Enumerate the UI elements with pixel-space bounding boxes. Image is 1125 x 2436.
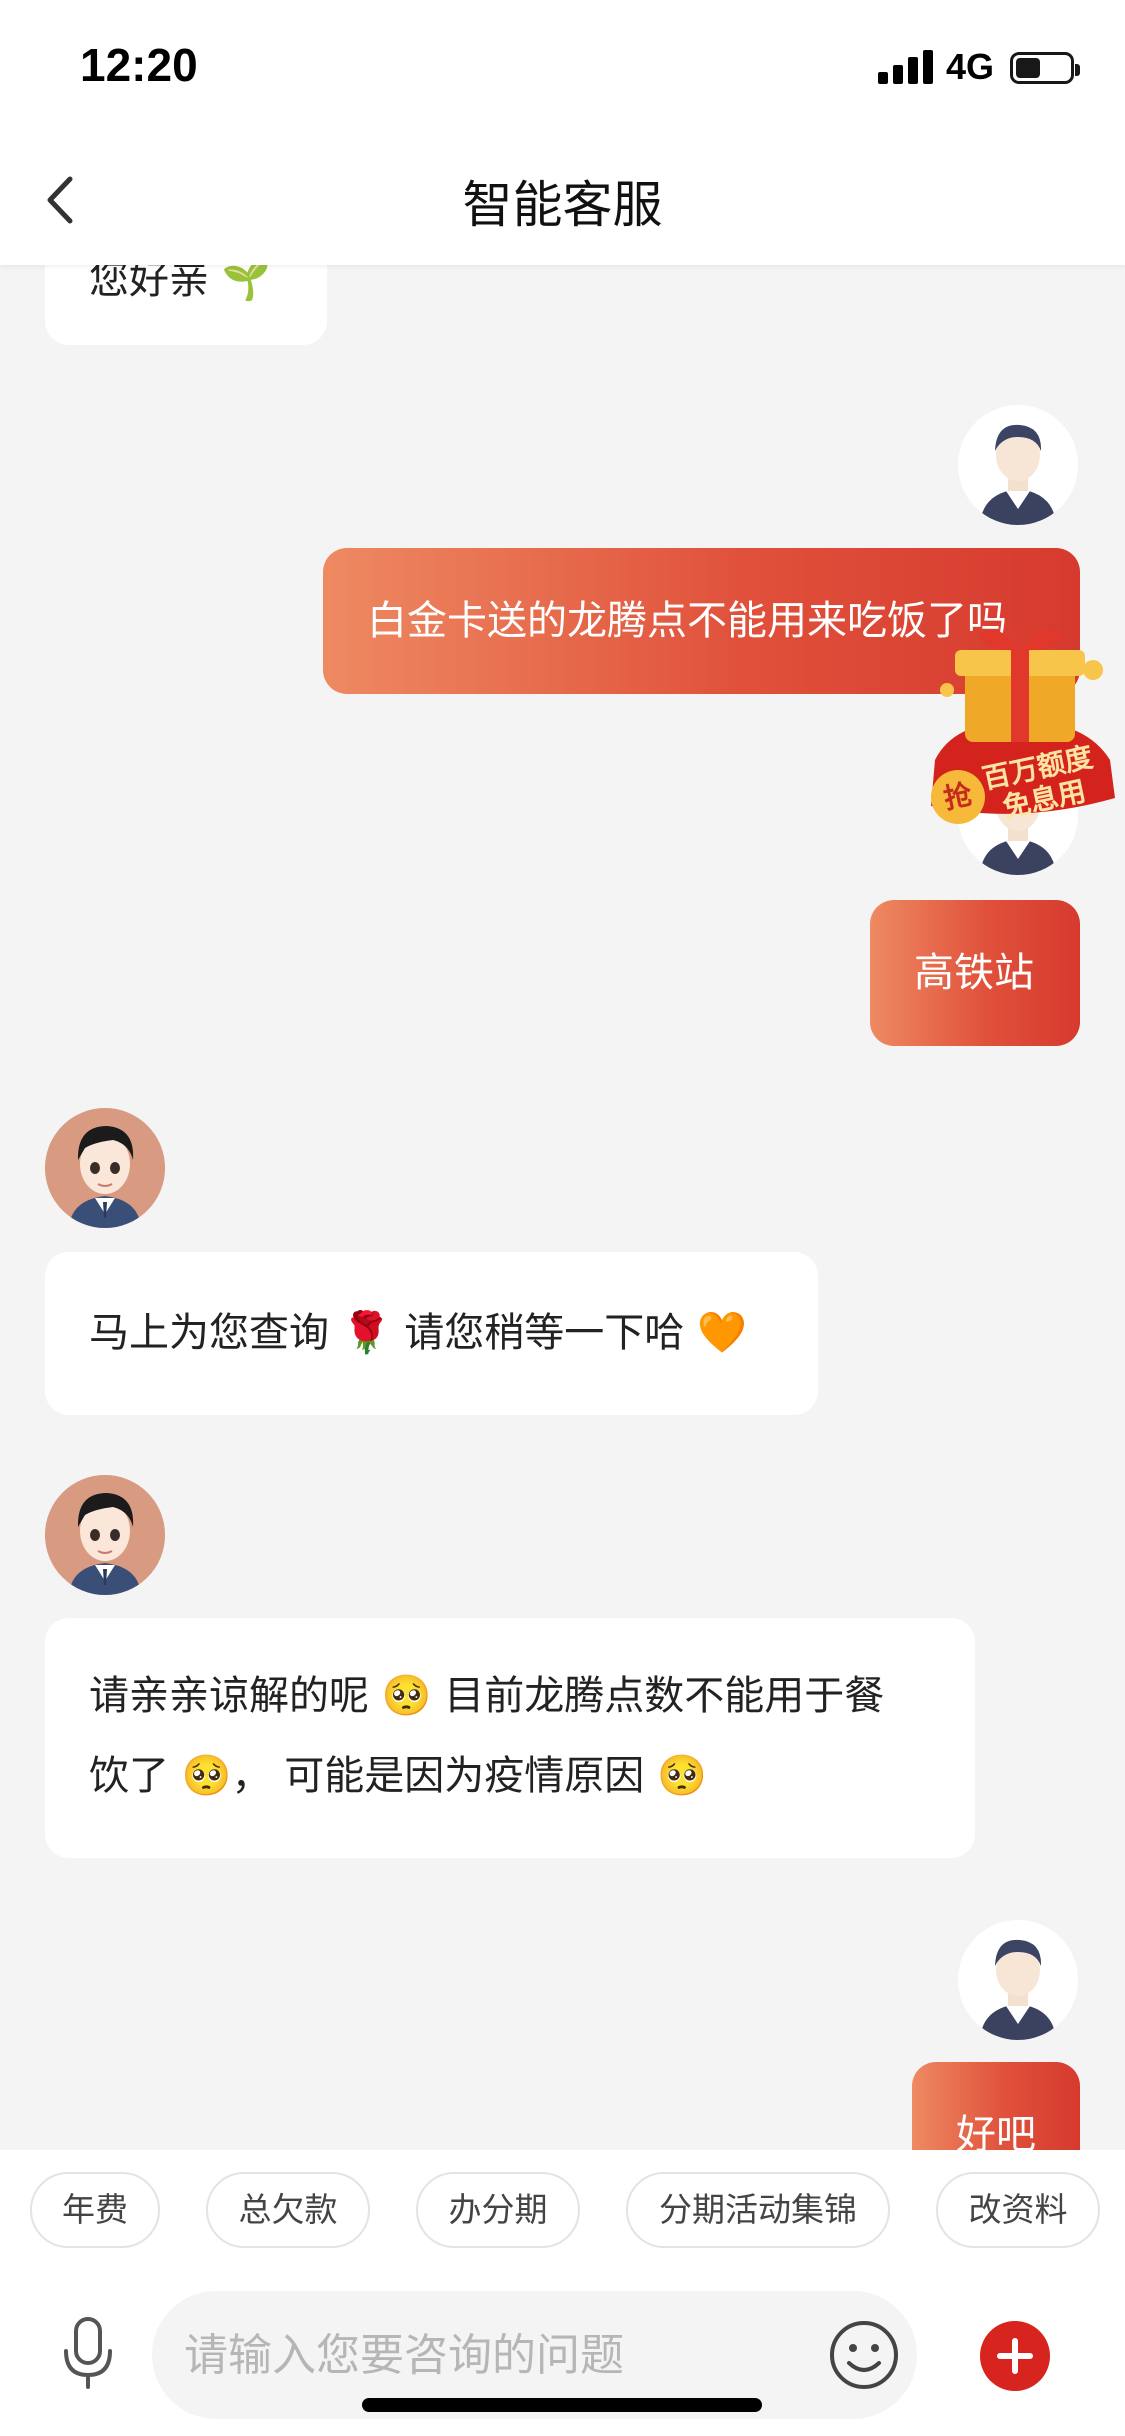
agent-message: 您好亲 🌱 bbox=[45, 265, 327, 345]
quick-reply-chip[interactable]: 改资料 bbox=[936, 2172, 1100, 2248]
status-time: 12:20 bbox=[80, 39, 198, 91]
quick-reply-chip[interactable]: 总欠款 bbox=[206, 2172, 370, 2248]
message-text: 白金卡送的龙腾点不能用来吃饭了吗 bbox=[367, 598, 1007, 644]
message-text: 好吧 bbox=[956, 2112, 1036, 2150]
quick-reply-chip[interactable]: 分期活动集锦 bbox=[626, 2172, 890, 2248]
home-indicator[interactable] bbox=[362, 2398, 762, 2412]
agent-message: 请亲亲谅解的呢 🥺 目前龙腾点数不能用于餐 饮了 🥺， 可能是因为疫情原因 🥺 bbox=[45, 1618, 975, 1858]
battery-icon bbox=[1010, 52, 1080, 84]
smiley-icon[interactable] bbox=[828, 2319, 900, 2391]
message-line: 请亲亲谅解的呢 🥺 目前龙腾点数不能用于餐 bbox=[89, 1673, 885, 1719]
message-line: 饮了 🥺， 可能是因为疫情原因 🥺 bbox=[89, 1753, 707, 1799]
quick-reply-chip[interactable]: 年费 bbox=[30, 2172, 160, 2248]
signal-icon bbox=[878, 48, 934, 84]
page-title: 智能客服 bbox=[462, 176, 663, 234]
user-avatar bbox=[958, 1920, 1078, 2040]
plus-button[interactable] bbox=[980, 2321, 1050, 2391]
user-message: 高铁站 bbox=[870, 900, 1080, 1046]
network-type: 4G bbox=[946, 46, 995, 87]
navigation-bar: 智能客服 bbox=[0, 135, 1125, 265]
quick-reply-chip[interactable]: 办分期 bbox=[416, 2172, 580, 2248]
agent-message: 马上为您查询 🌹 请您稍等一下哈 🧡 bbox=[45, 1252, 818, 1415]
status-bar: 12:20 4G bbox=[0, 0, 1125, 135]
user-message: 好吧 bbox=[912, 2062, 1080, 2150]
user-avatar bbox=[958, 405, 1078, 525]
message-text: 高铁站 bbox=[914, 950, 1034, 996]
chat-area[interactable]: 您好亲 🌱 白金卡送的龙腾点不能用来吃饭了吗 高铁站 马上为您查询 🌹 请您稍等… bbox=[0, 265, 1125, 2150]
quick-reply-bar: 年费 总欠款 办分期 分期活动集锦 改资料 bbox=[0, 2150, 1125, 2275]
message-text: 您好亲 🌱 bbox=[89, 265, 272, 303]
microphone-icon[interactable] bbox=[58, 2315, 118, 2391]
promo-badge[interactable]: 抢 百万额度 免息用 bbox=[915, 610, 1125, 830]
agent-avatar bbox=[45, 1475, 165, 1595]
agent-avatar bbox=[45, 1108, 165, 1228]
message-text: 马上为您查询 🌹 请您稍等一下哈 🧡 bbox=[89, 1310, 747, 1356]
